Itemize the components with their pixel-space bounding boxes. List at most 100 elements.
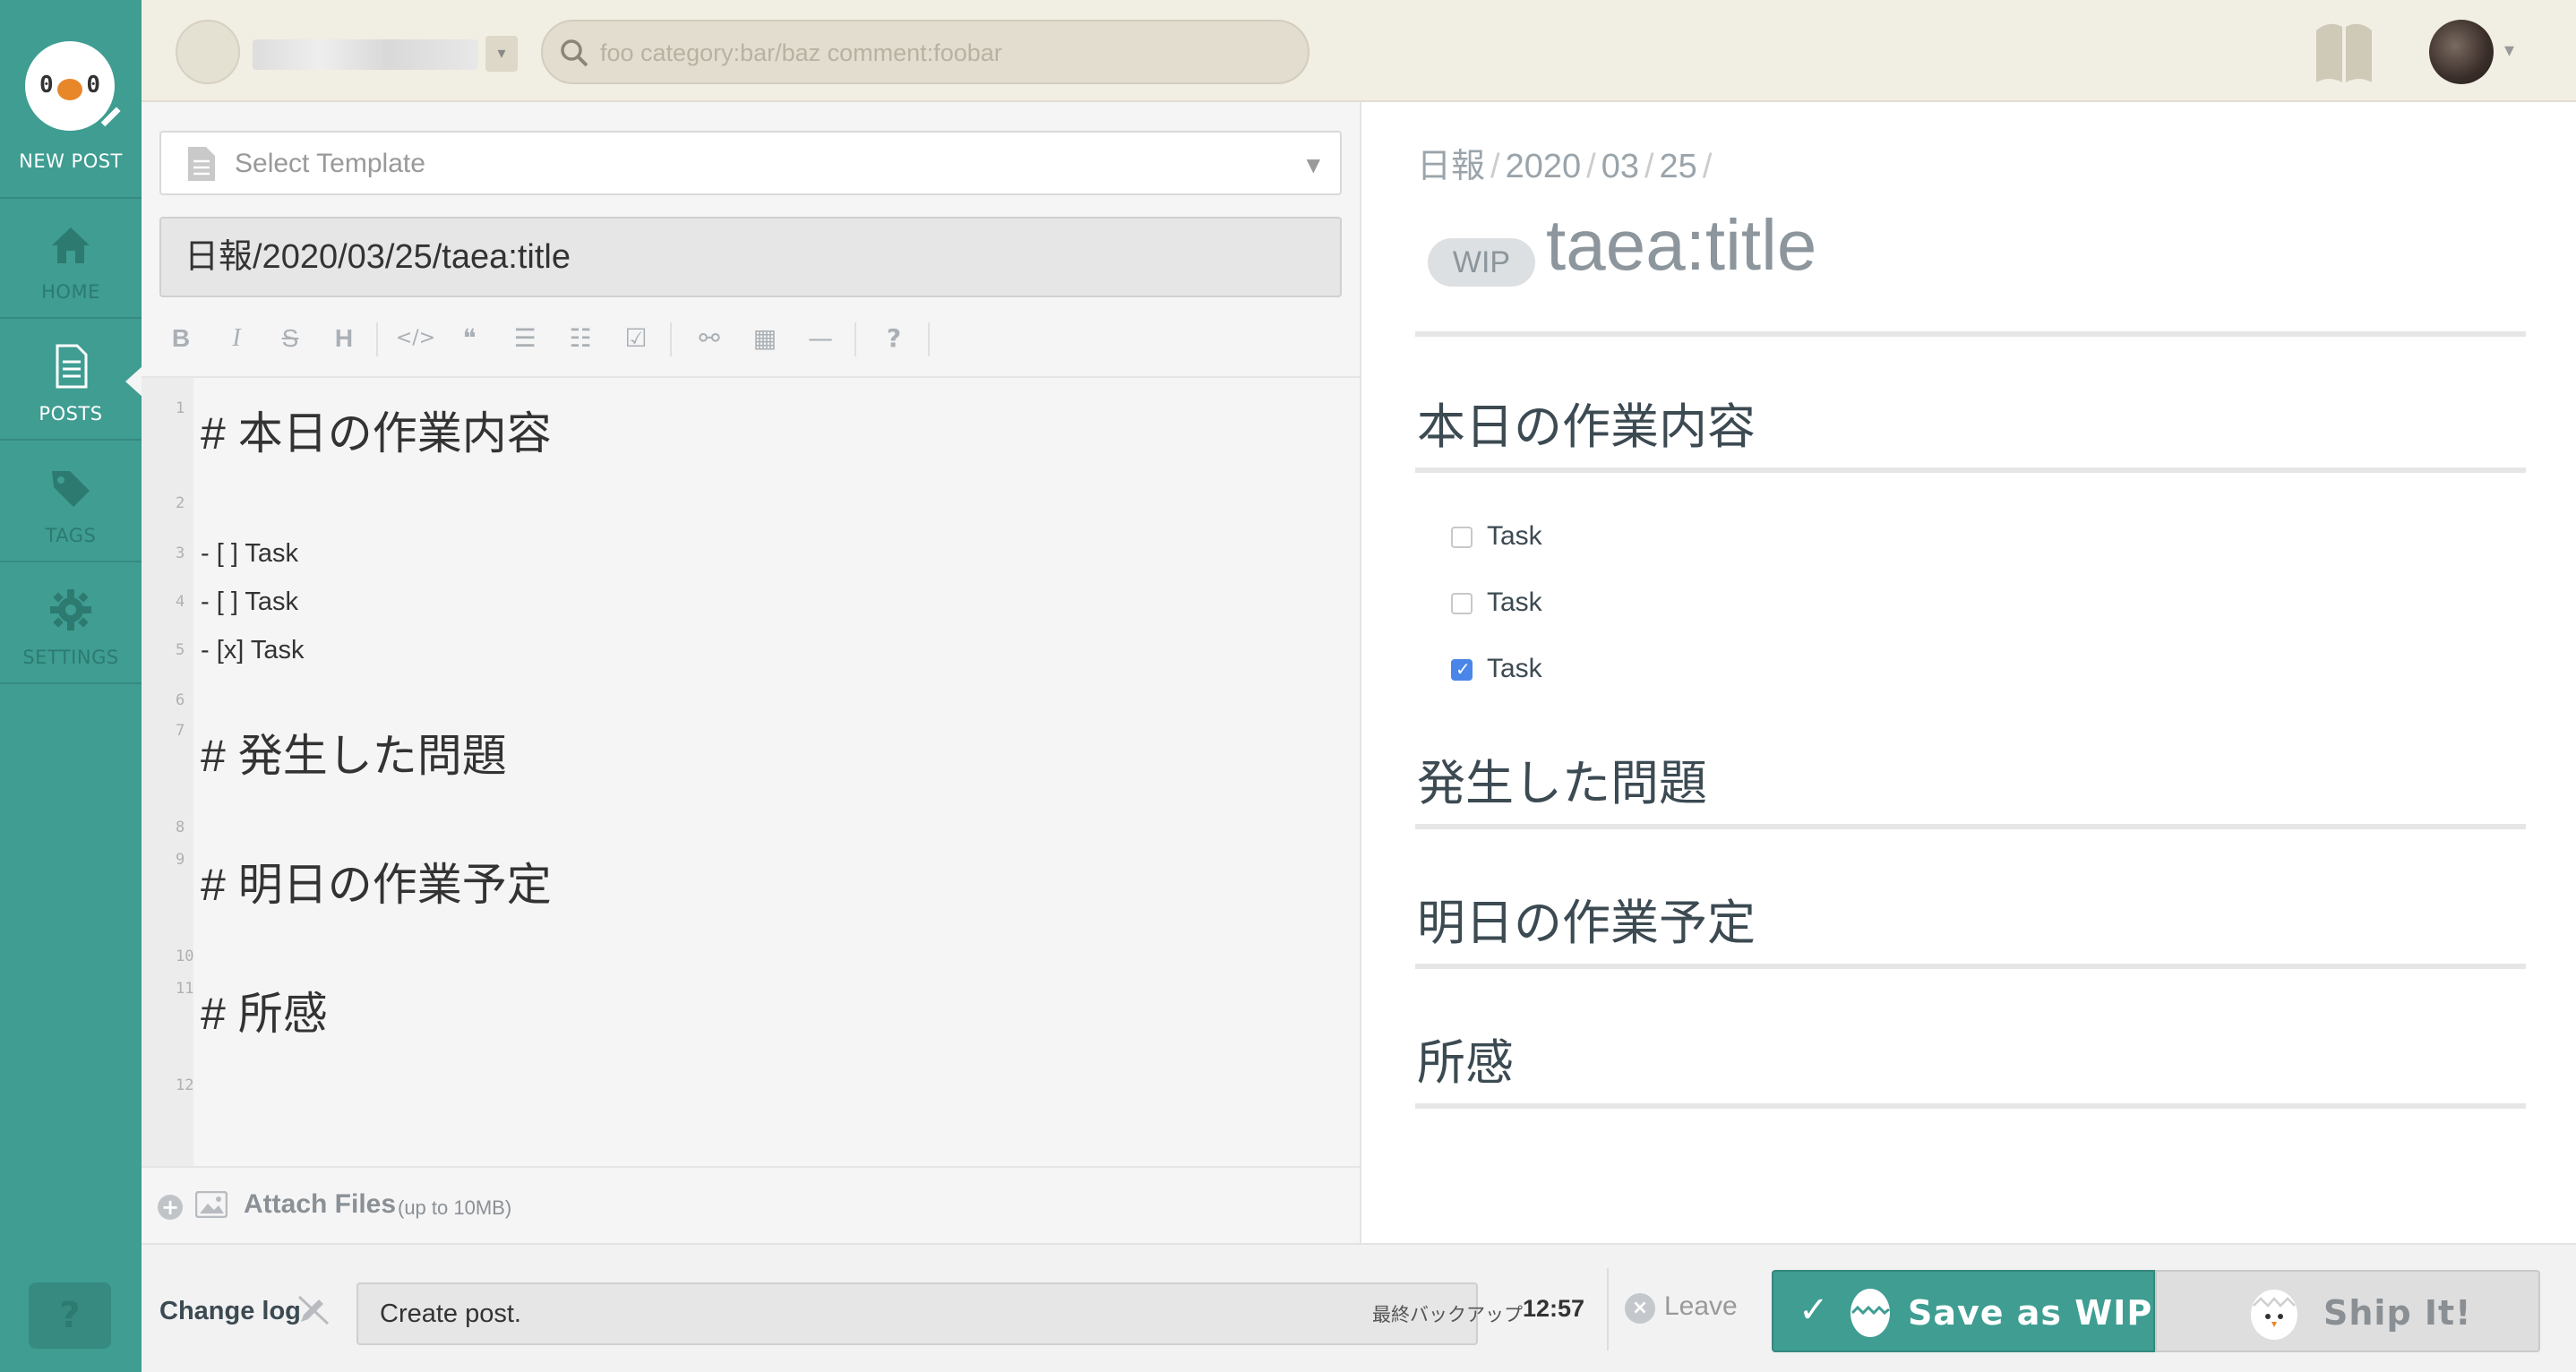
save-as-wip-button[interactable]: ✓ Save as WIP [1772,1270,2155,1352]
check-icon: ✓ [1799,1290,1829,1331]
editor-line: 2 [176,494,185,512]
sidebar-item-posts[interactable]: POSTS [0,321,143,441]
divider [1415,964,2526,969]
divider [1415,824,2526,829]
image-icon [195,1191,228,1218]
help-icon[interactable]: ? [872,313,915,364]
sidebar-item-tags[interactable]: TAGS [0,442,142,562]
bullet-list-button[interactable]: ☰ [503,313,546,364]
attach-files-label[interactable]: Attach Files [244,1189,396,1220]
preview-heading: 本日の作業内容 [1417,400,1756,454]
top-bar: ▾ ▾ [142,0,2576,102]
editor-line: 11 # 所感 [176,980,328,1039]
breadcrumb-item[interactable]: 25 [1660,148,1697,185]
close-icon: × [1625,1293,1655,1324]
document-icon [188,147,215,181]
preview-heading: 発生した問題 [1417,757,1707,810]
sidebar-item-label: HOME [41,281,100,303]
home-icon [52,227,90,263]
attach-files-bar[interactable]: + Attach Files (up to 10MB) [142,1166,1360,1243]
divider [1607,1268,1609,1351]
chevron-down-icon[interactable]: ▾ [2504,39,2514,62]
preview-heading: 明日の作業予定 [1417,896,1756,950]
search-box[interactable] [541,20,1309,84]
breadcrumb: 日報/2020/03/25/ [1417,148,1713,185]
changelog-input[interactable]: Create post. [356,1282,1478,1345]
template-select[interactable]: Select Template ▼ [159,131,1342,195]
ship-it-button[interactable]: Ship It! [2155,1270,2540,1352]
task-label: Task [1487,654,1542,683]
search-icon [561,39,588,67]
bottom-bar: Change log Create post. 最終バックアップ 12:57 ×… [142,1243,2576,1372]
help-button[interactable]: ? [29,1282,111,1349]
task-label: Task [1487,521,1542,551]
editor-line: 12 [176,1076,194,1094]
italic-button[interactable]: I [215,313,258,364]
checkbox-button[interactable]: ☑ [614,313,657,364]
last-backup-time: 12:57 [1523,1295,1585,1322]
team-avatar[interactable] [176,20,240,84]
gear-icon [50,589,91,630]
book-icon[interactable] [2313,18,2375,86]
divider [1415,1103,2526,1109]
link-button[interactable]: ⚯ [688,313,731,364]
pencil-icon [95,104,124,133]
team-name[interactable] [253,39,478,70]
search-input[interactable] [600,34,1281,72]
breadcrumb-item[interactable]: 2020 [1506,148,1582,185]
new-post-label: NEW POST [19,150,123,172]
editor-line: 9 # 明日の作業予定 [176,851,552,910]
new-post-button[interactable]: 0 0 NEW POST [0,0,142,199]
sidebar-item-label: POSTS [39,403,103,424]
attach-files-note: (up to 10MB) [398,1196,512,1219]
strikethrough-button[interactable]: S [269,313,312,364]
chevron-down-icon[interactable]: ▾ [485,36,518,72]
last-backup-label: 最終バックアップ [1372,1305,1523,1325]
sidebar-item-settings[interactable]: SETTINGS [0,564,142,684]
task-checkbox[interactable] [1451,658,1473,681]
save-as-wip-label: Save as WIP [1908,1293,2153,1333]
pen-off-icon[interactable] [296,1291,331,1327]
editor-line: 5 - [x] Task [176,636,305,665]
editor-pane: Select Template ▼ 日報/2020/03/25/taea:tit… [142,102,1361,1243]
title-input[interactable]: 日報/2020/03/25/taea:title [159,217,1342,297]
tag-icon [52,471,90,507]
task-label: Task [1487,587,1542,617]
changelog-label: Change log [159,1297,301,1325]
ship-it-label: Ship It! [2323,1293,2472,1333]
code-button[interactable]: </> [394,313,437,364]
preview-heading: 所感 [1417,1036,1514,1090]
document-icon [56,344,88,389]
egg-icon [1850,1289,1890,1337]
leave-label: Leave [1664,1291,1738,1321]
sidebar-item-label: SETTINGS [22,647,119,668]
task-checkbox[interactable] [1451,593,1473,614]
breadcrumb-item[interactable]: 03 [1601,148,1639,185]
template-select-label: Select Template [235,149,425,178]
editor-line: 4 - [ ] Task [176,587,299,616]
bold-button[interactable]: B [159,313,202,364]
editor-toolbar: B I S H </> ❝ ☰ ☷ ☑ ⚯ ▦ — ? [159,313,1342,364]
numbered-list-button[interactable]: ☷ [559,313,602,364]
sidebar-item-home[interactable]: HOME [0,199,142,319]
preview-pane: 日報/2020/03/25/ WIP taea:title 本日の作業内容 Ta… [1361,102,2576,1243]
heading-button[interactable]: H [322,313,365,364]
divider [1415,467,2526,473]
table-button[interactable]: ▦ [743,313,786,364]
wip-badge: WIP [1428,238,1535,287]
editor-line: 1 # 本日の作業内容 [176,399,552,459]
breadcrumb-item[interactable]: 日報 [1417,148,1485,185]
user-avatar[interactable] [2429,20,2494,84]
editor-line: 7 # 発生した問題 [176,722,507,781]
quote-button[interactable]: ❝ [448,313,491,364]
divider [1415,331,2526,337]
plus-icon[interactable]: + [158,1195,183,1220]
chevron-down-icon: ▼ [1306,154,1320,176]
horizontal-rule-button[interactable]: — [799,313,842,364]
chick-icon [2251,1290,2297,1340]
sidebar-item-label: TAGS [45,525,97,546]
preview-title: taea:title [1546,205,1817,285]
markdown-editor[interactable]: 1 # 本日の作業内容 2 3 - [ ] Task 4 - [ ] Task … [142,376,1360,1168]
task-checkbox[interactable] [1451,527,1473,548]
sidebar: 0 0 NEW POST HOME POSTS TAGS SETTINGS ? [0,0,143,1372]
